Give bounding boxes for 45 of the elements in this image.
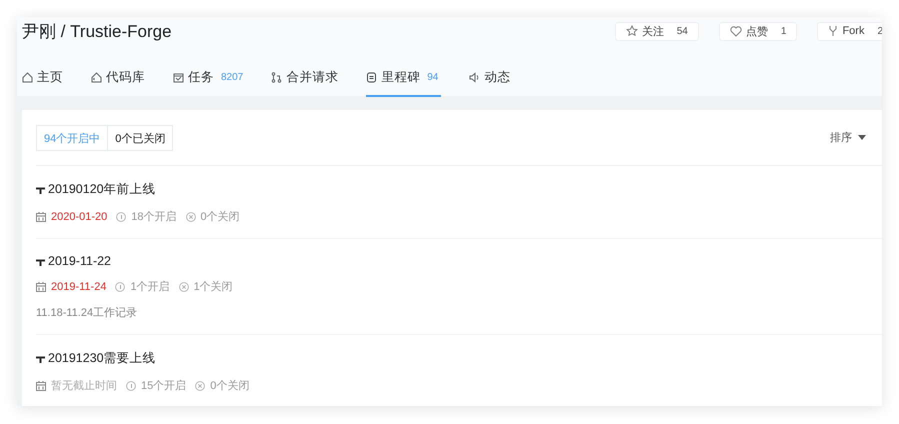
due-date: 2019-11-24 [51, 280, 106, 292]
due-date: 2020-01-20 [51, 210, 108, 222]
close-circle-icon [178, 282, 189, 292]
milestone-description: 11.18-11.24工作记录 [36, 306, 138, 320]
info-icon [115, 282, 126, 292]
heart-button[interactable]: 点赞 1 [718, 22, 798, 40]
issue-icon [173, 72, 184, 83]
closed-count: 0个关闭 [210, 378, 250, 393]
nav-tab[interactable]: 里程碑 94 [366, 69, 442, 97]
repo-title: 尹刚 / Trustie-Forge [22, 20, 172, 42]
close-circle-icon [195, 380, 206, 390]
star-button[interactable]: 关注 54 [614, 22, 699, 40]
fork-icon [828, 25, 838, 37]
closed-count: 1个关闭 [194, 280, 233, 294]
closed-count: 0个关闭 [200, 210, 240, 224]
calendar-icon [36, 212, 46, 222]
home-icon [22, 72, 33, 83]
info-icon [116, 212, 126, 222]
open-count: 18个开启 [131, 210, 177, 224]
star-icon [626, 25, 638, 37]
merge-icon [271, 72, 282, 83]
signpost-icon [36, 354, 45, 363]
milestone-icon [366, 72, 378, 83]
signpost-icon [36, 185, 45, 194]
milestone-title[interactable]: 20191230需要上线 [48, 350, 156, 367]
nav-tab[interactable]: 任务 8207 [173, 69, 244, 97]
nav-tab[interactable]: 代码库 [91, 69, 145, 97]
nav-tab[interactable]: 合并请求 [271, 69, 338, 97]
milestone-title[interactable]: 20190120年前上线 [48, 181, 156, 198]
due-date: 暂无截止时间 [51, 379, 117, 393]
nav-tab[interactable]: 动态 [469, 69, 510, 97]
calendar-icon [36, 380, 46, 390]
calendar-icon [36, 282, 46, 292]
signpost-icon [36, 256, 45, 266]
open-count: 1个开启 [130, 280, 170, 294]
heart-icon [730, 26, 742, 36]
open-count: 15个开启 [141, 378, 186, 393]
milestone-title[interactable]: 2019-11-22 [48, 254, 112, 268]
close-circle-icon [186, 212, 196, 222]
caret-icon [858, 135, 866, 140]
info-icon [126, 380, 136, 390]
code-icon [91, 72, 102, 83]
nav-tab[interactable]: 主页 [22, 69, 63, 97]
sort-dropdown[interactable]: 排序 [824, 129, 872, 146]
activity-icon [469, 72, 480, 83]
